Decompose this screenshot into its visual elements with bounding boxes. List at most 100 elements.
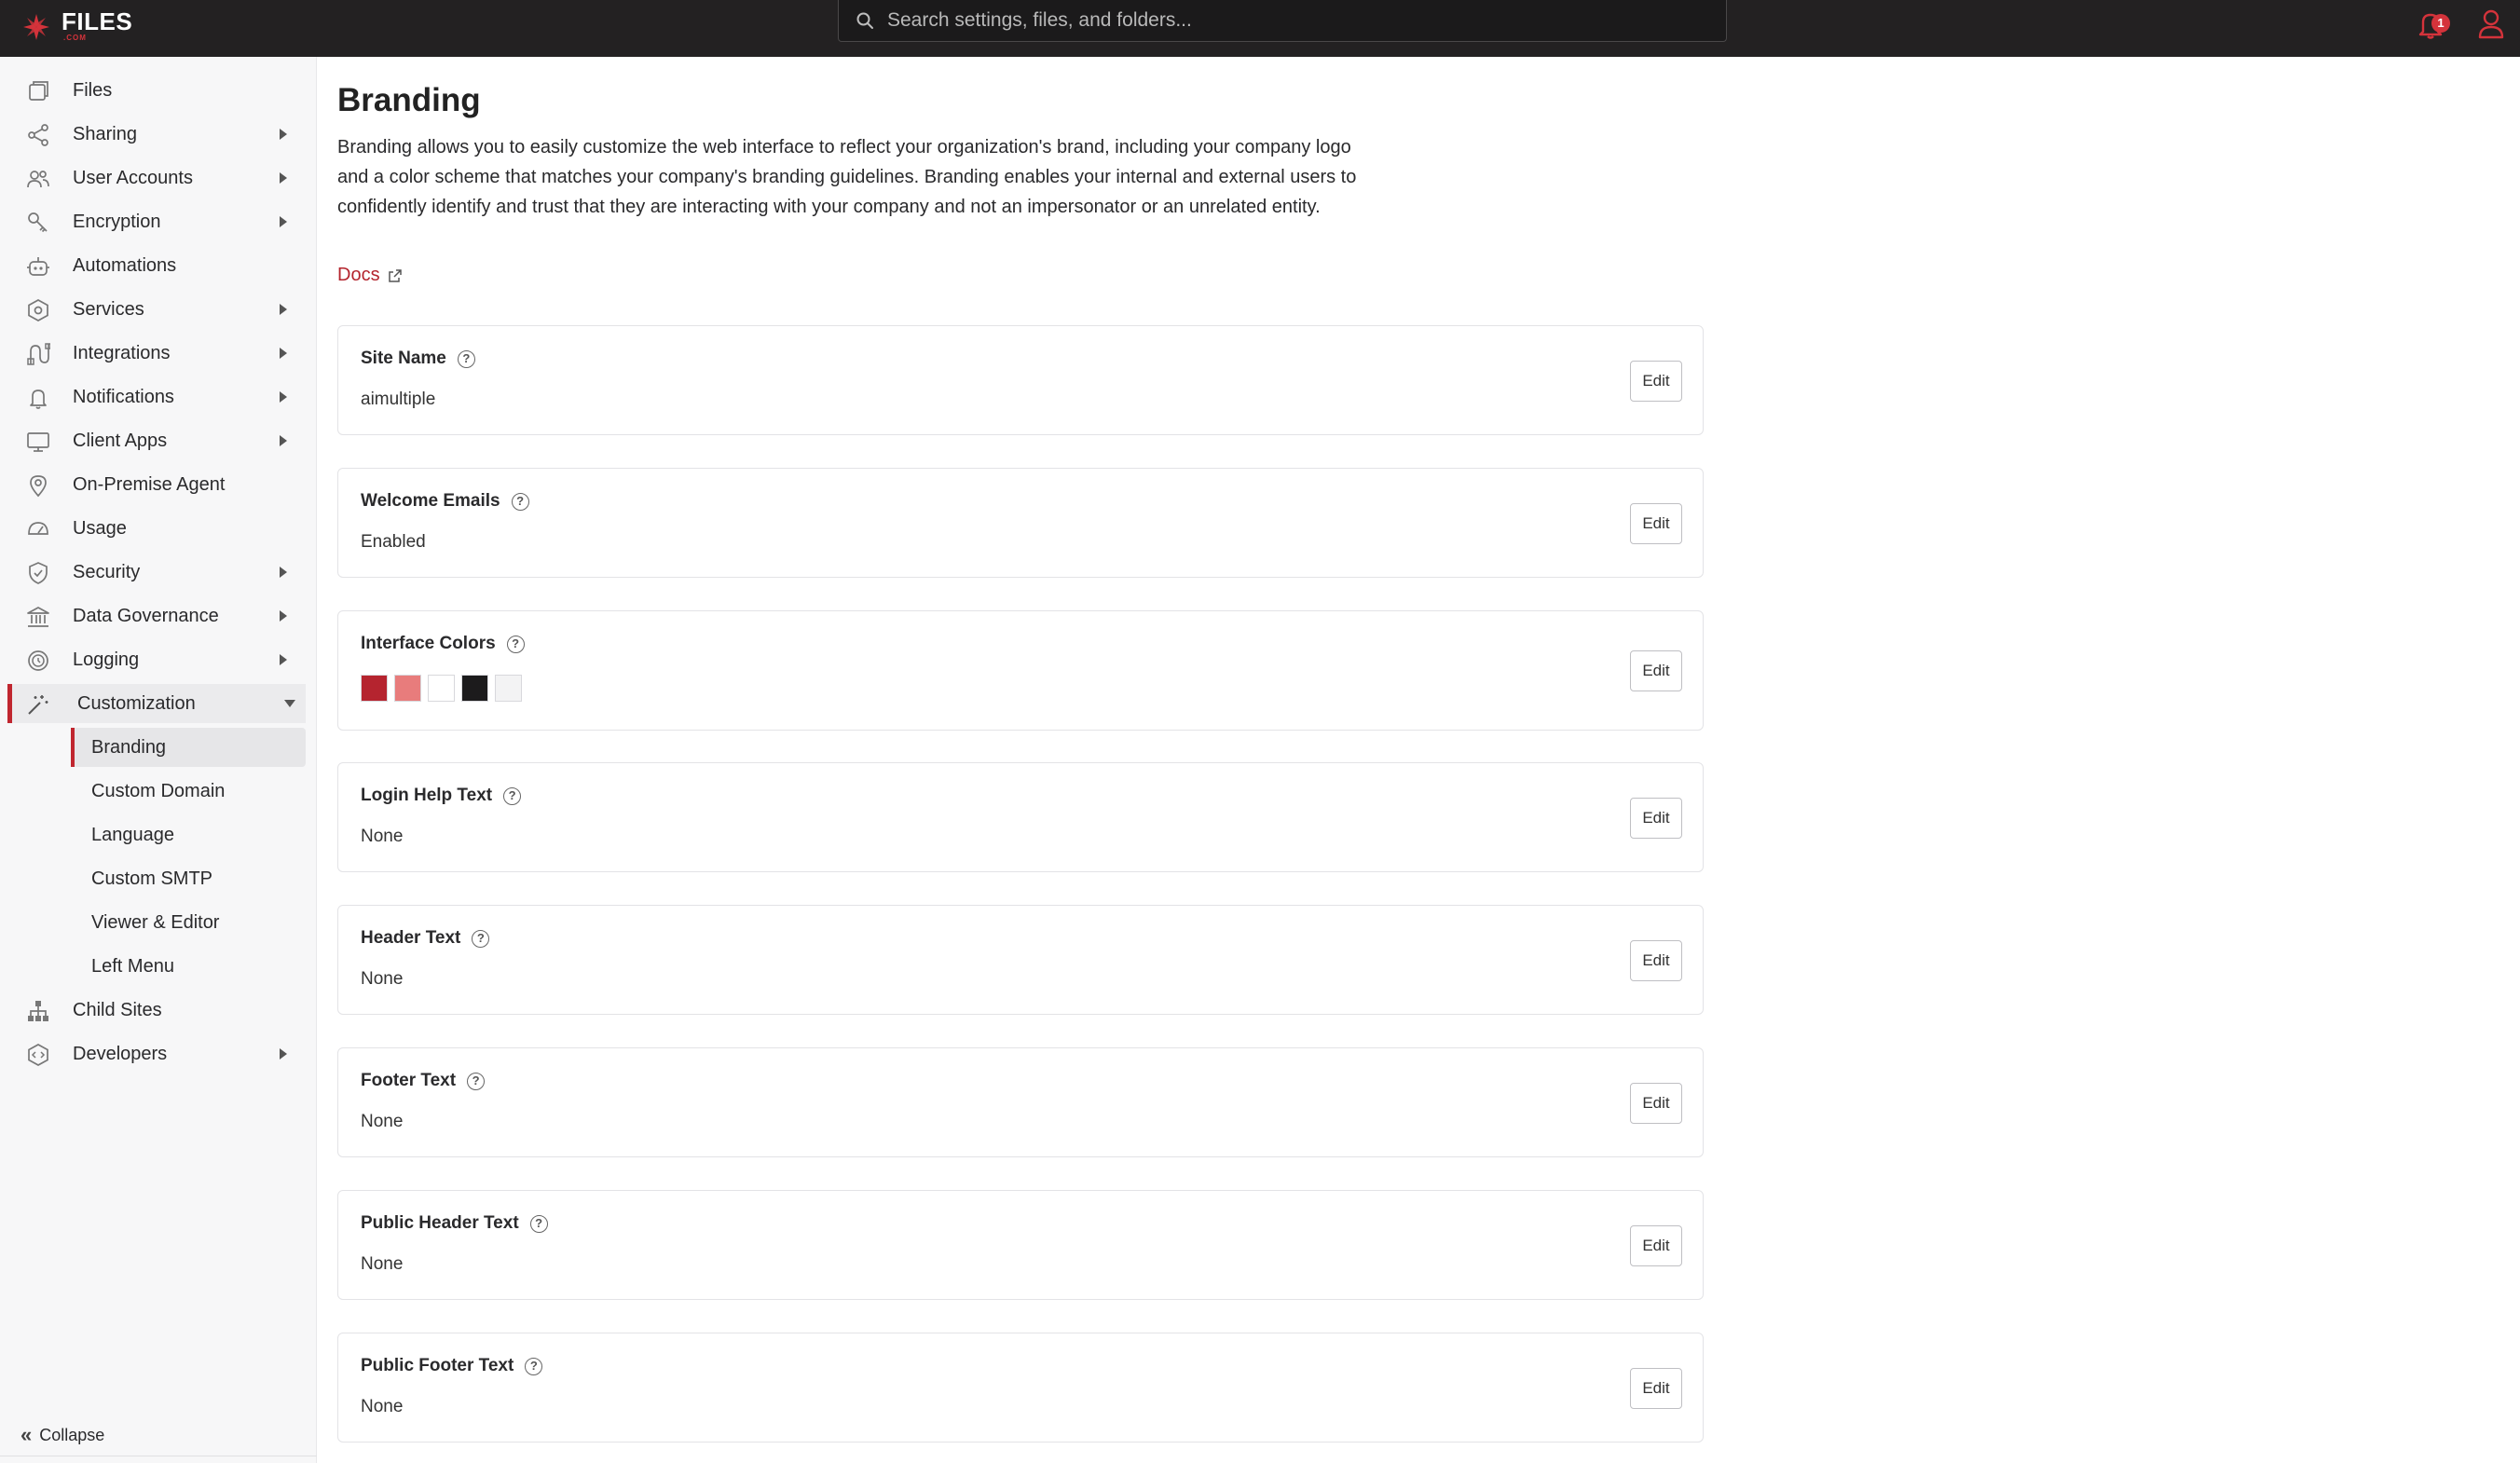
user-profile-icon[interactable] — [2477, 7, 2505, 39]
help-icon[interactable]: ? — [511, 492, 529, 511]
bell-icon — [30, 390, 47, 409]
logo-subtext: .COM — [63, 34, 87, 42]
sidebar-item-label: On-Premise Agent — [73, 473, 226, 495]
sidebar-item-notifications[interactable]: Notifications — [7, 377, 306, 417]
edit-button[interactable]: Edit — [1630, 798, 1682, 839]
sidebar-item-security[interactable]: Security — [7, 553, 306, 592]
sidebar-subitem-label: Viewer & Editor — [91, 911, 220, 933]
help-icon[interactable]: ? — [506, 635, 525, 653]
files-logo-mark-icon — [23, 14, 49, 40]
setting-label-text: Interface Colors — [361, 634, 496, 653]
help-icon[interactable]: ? — [525, 1357, 543, 1375]
sidebar-item-child-sites[interactable]: Child Sites — [7, 991, 306, 1030]
setting-label-footer-text: Footer Text ? — [361, 1071, 486, 1091]
sidebar-item-usage[interactable]: Usage — [7, 509, 306, 548]
sidebar-item-automations[interactable]: Automations — [7, 246, 306, 285]
sidebar-item-services[interactable]: Services — [7, 290, 306, 329]
sidebar-item-label: Developers — [73, 1043, 168, 1064]
sidebar-subitem-custom-domain[interactable]: Custom Domain — [71, 772, 306, 811]
setting-label-header-text: Header Text ? — [361, 928, 490, 949]
expand-arrow-icon — [280, 129, 287, 140]
sidebar-item-on-premise-agent[interactable]: On-Premise Agent — [7, 465, 306, 504]
sidebar-item-label: Services — [73, 298, 144, 320]
setting-value: None — [361, 1254, 404, 1274]
expand-arrow-icon — [280, 348, 287, 359]
top-bar: FILES .COM 1 — [0, 0, 2520, 57]
setting-label-welcome-emails: Welcome Emails ? — [361, 491, 529, 512]
logo-text: FILES — [62, 7, 133, 35]
sidebar-item-label: Customization — [77, 692, 196, 714]
double-chevron-left-icon: « — [21, 1423, 33, 1446]
edit-button[interactable]: Edit — [1630, 940, 1682, 981]
search-input[interactable] — [887, 9, 1707, 32]
sidebar-item-user-accounts[interactable]: User Accounts — [7, 158, 306, 198]
color-swatch — [495, 675, 522, 702]
setting-card-footer-text: Footer Text ? None Edit — [337, 1047, 1704, 1157]
setting-label-text: Header Text — [361, 928, 461, 948]
help-icon[interactable]: ? — [467, 1072, 486, 1090]
edit-button[interactable]: Edit — [1630, 650, 1682, 691]
sidebar-subitem-language[interactable]: Language — [71, 815, 306, 855]
setting-label-text: Footer Text — [361, 1071, 457, 1090]
help-icon[interactable]: ? — [503, 786, 522, 805]
expand-arrow-icon — [280, 567, 287, 578]
sidebar-item-label: Files — [73, 79, 113, 101]
sitemap-icon — [28, 1001, 48, 1021]
sidebar-item-label: Sharing — [73, 123, 137, 144]
expand-arrow-icon — [280, 435, 287, 446]
setting-card-public-header-text: Public Header Text ? None Edit — [337, 1190, 1704, 1300]
edit-button[interactable]: Edit — [1630, 1225, 1682, 1266]
sidebar-item-label: Integrations — [73, 342, 171, 363]
monitor-icon — [27, 432, 49, 452]
edit-button[interactable]: Edit — [1630, 1083, 1682, 1124]
search-bar[interactable] — [838, 0, 1727, 42]
files-logo[interactable]: FILES .COM — [21, 6, 132, 48]
setting-label-login-help-text: Login Help Text ? — [361, 786, 522, 806]
collapse-label: Collapse — [39, 1425, 105, 1444]
sidebar-item-customization[interactable]: Customization — [7, 684, 306, 723]
expand-arrow-icon — [280, 391, 287, 403]
sidebar-item-client-apps[interactable]: Client Apps — [7, 421, 306, 460]
magic-wand-icon — [28, 695, 48, 715]
sidebar-subitem-left-menu[interactable]: Left Menu — [71, 947, 306, 986]
setting-label-text: Site Name — [361, 349, 446, 368]
sidebar-item-label: Data Governance — [73, 605, 219, 626]
key-icon — [28, 212, 48, 233]
setting-card-interface-colors: Interface Colors ? Edit — [337, 610, 1704, 731]
help-icon[interactable]: ? — [529, 1214, 548, 1233]
services-icon — [28, 299, 48, 321]
setting-value: Enabled — [361, 532, 426, 552]
sidebar-item-label: Automations — [73, 254, 177, 276]
collapse-sidebar-button[interactable]: « Collapse — [21, 1422, 104, 1448]
shield-icon — [29, 562, 48, 584]
setting-card-public-footer-text: Public Footer Text ? None Edit — [337, 1333, 1704, 1442]
expand-arrow-icon — [280, 1048, 287, 1060]
sidebar-item-sharing[interactable]: Sharing — [7, 115, 306, 154]
collapse-arrow-icon — [284, 700, 295, 707]
sidebar-item-label: Encryption — [73, 211, 161, 232]
sidebar: Files Sharing User Accounts Encryption A… — [0, 57, 317, 1463]
sidebar-item-files[interactable]: Files — [7, 71, 306, 110]
page-description: Branding allows you to easily customize … — [337, 137, 1357, 217]
users-icon — [27, 171, 49, 188]
bank-icon — [27, 607, 49, 627]
docs-link[interactable]: Docs — [337, 265, 403, 286]
help-icon[interactable]: ? — [457, 349, 475, 368]
setting-value: None — [361, 969, 404, 989]
sidebar-subitem-custom-smtp[interactable]: Custom SMTP — [71, 859, 306, 898]
edit-button[interactable]: Edit — [1630, 361, 1682, 402]
sidebar-subitem-branding[interactable]: Branding — [71, 728, 306, 767]
sidebar-item-encryption[interactable]: Encryption — [7, 202, 306, 241]
code-icon — [28, 1044, 48, 1066]
sidebar-item-integrations[interactable]: Integrations — [7, 334, 306, 373]
sidebar-item-logging[interactable]: Logging — [7, 640, 306, 679]
setting-value: None — [361, 1397, 404, 1416]
sidebar-subitem-viewer-editor[interactable]: Viewer & Editor — [71, 903, 306, 942]
sidebar-item-data-governance[interactable]: Data Governance — [7, 596, 306, 636]
sidebar-subitem-label: Custom SMTP — [91, 868, 213, 889]
sidebar-item-developers[interactable]: Developers — [7, 1034, 306, 1073]
edit-button[interactable]: Edit — [1630, 503, 1682, 544]
setting-label-text: Welcome Emails — [361, 491, 500, 511]
edit-button[interactable]: Edit — [1630, 1368, 1682, 1409]
help-icon[interactable]: ? — [472, 929, 490, 948]
